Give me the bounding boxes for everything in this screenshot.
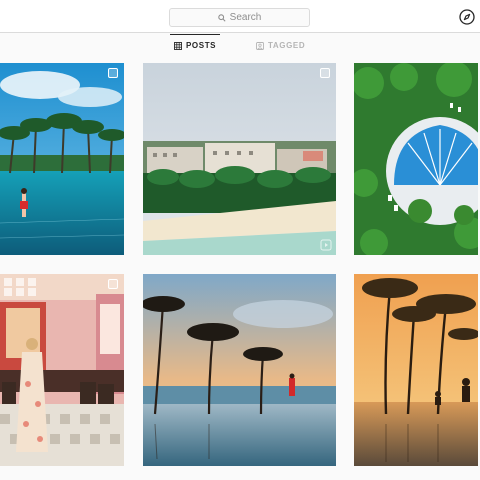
grid-icon bbox=[174, 41, 182, 50]
post-image-golden-sunset bbox=[354, 274, 478, 466]
post-tile-aerial-pool[interactable] bbox=[354, 63, 478, 255]
post-tile-resort-beach[interactable] bbox=[143, 63, 336, 255]
compass-icon[interactable] bbox=[459, 9, 475, 25]
post-tile-pool-palms[interactable] bbox=[0, 63, 124, 255]
tab-tagged[interactable]: TAGGED bbox=[256, 41, 305, 50]
post-image-sunset-pool bbox=[143, 274, 336, 466]
multiple-photos-icon bbox=[108, 68, 118, 78]
post-image-aerial-pool bbox=[354, 63, 478, 255]
post-tile-golden-sunset[interactable] bbox=[354, 274, 478, 466]
profile-tabs: POSTS TAGGED bbox=[0, 34, 480, 60]
video-icon bbox=[320, 239, 332, 251]
post-tile-pink-interior[interactable] bbox=[0, 274, 124, 466]
search-placeholder: Search bbox=[229, 12, 262, 23]
tag-icon bbox=[256, 41, 264, 50]
post-image-interior bbox=[0, 274, 124, 466]
post-tile-sunset-pool[interactable] bbox=[143, 274, 336, 466]
active-tab-indicator bbox=[170, 34, 220, 35]
post-image-resort bbox=[143, 63, 336, 255]
multiple-photos-icon bbox=[320, 68, 330, 78]
tab-tagged-label: TAGGED bbox=[268, 41, 306, 50]
tab-posts-label: POSTS bbox=[186, 41, 217, 50]
multiple-photos-icon bbox=[108, 279, 118, 289]
post-image-pool bbox=[0, 63, 124, 255]
tab-posts[interactable]: POSTS bbox=[174, 41, 216, 50]
search-box[interactable]: Search bbox=[169, 8, 310, 27]
top-bar: Search bbox=[0, 0, 480, 33]
search-icon bbox=[217, 13, 226, 22]
